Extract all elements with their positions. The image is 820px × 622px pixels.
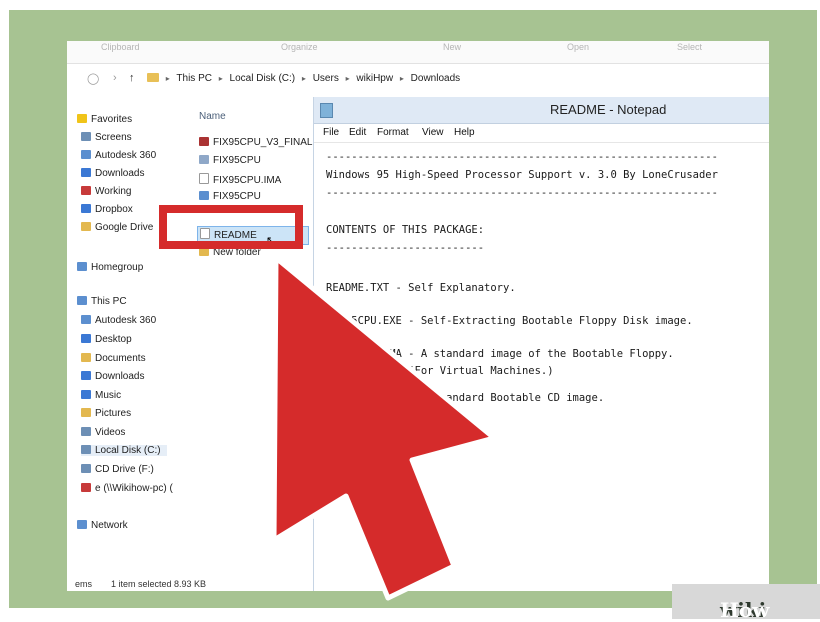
pointer-arrow-icon (271, 255, 497, 601)
wikihow-watermark: wiki How (672, 584, 820, 622)
watermark-how: How (720, 598, 770, 622)
